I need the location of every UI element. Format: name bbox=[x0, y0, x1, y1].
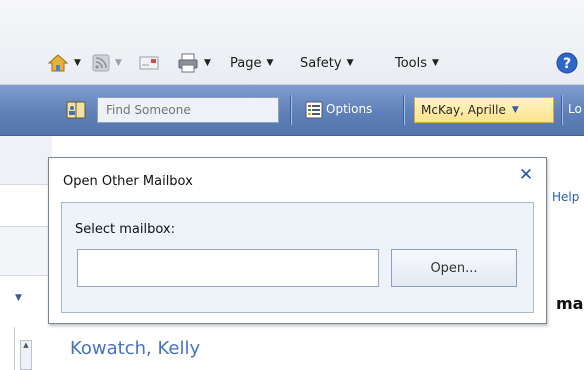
scroll-up-button[interactable]: ▲ bbox=[20, 340, 32, 370]
dialog-title: Open Other Mailbox bbox=[63, 174, 193, 189]
chevron-down-icon[interactable]: ▼ bbox=[115, 58, 122, 68]
contact-name-link[interactable]: Kowatch, Kelly bbox=[70, 338, 200, 359]
svg-text:?: ? bbox=[563, 56, 571, 72]
mail-icon bbox=[139, 56, 159, 70]
chevron-down-icon: ▼ bbox=[432, 58, 439, 68]
chevron-down-icon: ▼ bbox=[346, 58, 354, 68]
chevron-down-icon[interactable]: ▼ bbox=[15, 293, 22, 303]
content-header-band bbox=[0, 136, 52, 185]
safety-menu[interactable]: Safety ▼ bbox=[300, 52, 354, 74]
dialog-panel: Select mailbox: Open... bbox=[61, 202, 534, 313]
open-other-mailbox-dialog: Open Other Mailbox ✕ Select mailbox: Ope… bbox=[48, 157, 547, 324]
feeds-button[interactable]: ▼ bbox=[92, 52, 122, 74]
content-filter-band bbox=[0, 226, 52, 276]
help-icon: ? bbox=[556, 52, 578, 74]
mailbox-user-button[interactable]: McKay, Aprille ▼ bbox=[414, 97, 554, 123]
page-menu-label: Page bbox=[230, 55, 262, 71]
select-mailbox-label: Select mailbox: bbox=[75, 222, 175, 237]
owa-toolbar: Options McKay, Aprille ▼ Lo bbox=[0, 85, 584, 136]
address-book-icon[interactable] bbox=[66, 101, 86, 119]
find-someone-input[interactable] bbox=[97, 97, 279, 123]
toolbar-separator bbox=[290, 95, 292, 125]
home-button[interactable]: ▼ bbox=[47, 52, 81, 74]
chevron-down-icon[interactable]: ▼ bbox=[204, 58, 211, 68]
mailbox-user-label: McKay, Aprille bbox=[421, 103, 506, 117]
toolbar-separator bbox=[403, 95, 405, 125]
page-menu[interactable]: Page ▼ bbox=[230, 52, 273, 74]
options-icon[interactable] bbox=[305, 101, 323, 119]
chevron-down-icon[interactable]: ▼ bbox=[74, 58, 81, 68]
message-heading: ma bbox=[556, 294, 584, 313]
log-off-link[interactable]: Lo bbox=[568, 102, 582, 116]
print-button[interactable]: ▼ bbox=[177, 52, 211, 74]
rss-feed-icon bbox=[92, 54, 110, 72]
browser-command-bar: ▼ ▼ ▼ Page ▼ Safety ▼ Tools ▼ ? bbox=[0, 0, 584, 85]
read-mail-button[interactable] bbox=[139, 52, 159, 74]
open-button[interactable]: Open... bbox=[391, 249, 517, 287]
close-icon[interactable]: ✕ bbox=[516, 165, 536, 185]
chevron-down-icon: ▼ bbox=[511, 105, 519, 115]
toolbar-separator bbox=[561, 95, 563, 125]
tools-menu[interactable]: Tools ▼ bbox=[395, 52, 439, 74]
chevron-down-icon: ▼ bbox=[266, 58, 274, 68]
help-button[interactable]: ? bbox=[556, 52, 578, 74]
printer-icon bbox=[178, 53, 198, 73]
safety-menu-label: Safety bbox=[300, 55, 342, 71]
mailbox-input[interactable] bbox=[77, 249, 379, 287]
home-icon bbox=[47, 54, 69, 72]
options-button[interactable]: Options bbox=[326, 102, 372, 116]
tools-menu-label: Tools bbox=[395, 55, 428, 71]
help-link[interactable]: Help bbox=[552, 190, 579, 204]
